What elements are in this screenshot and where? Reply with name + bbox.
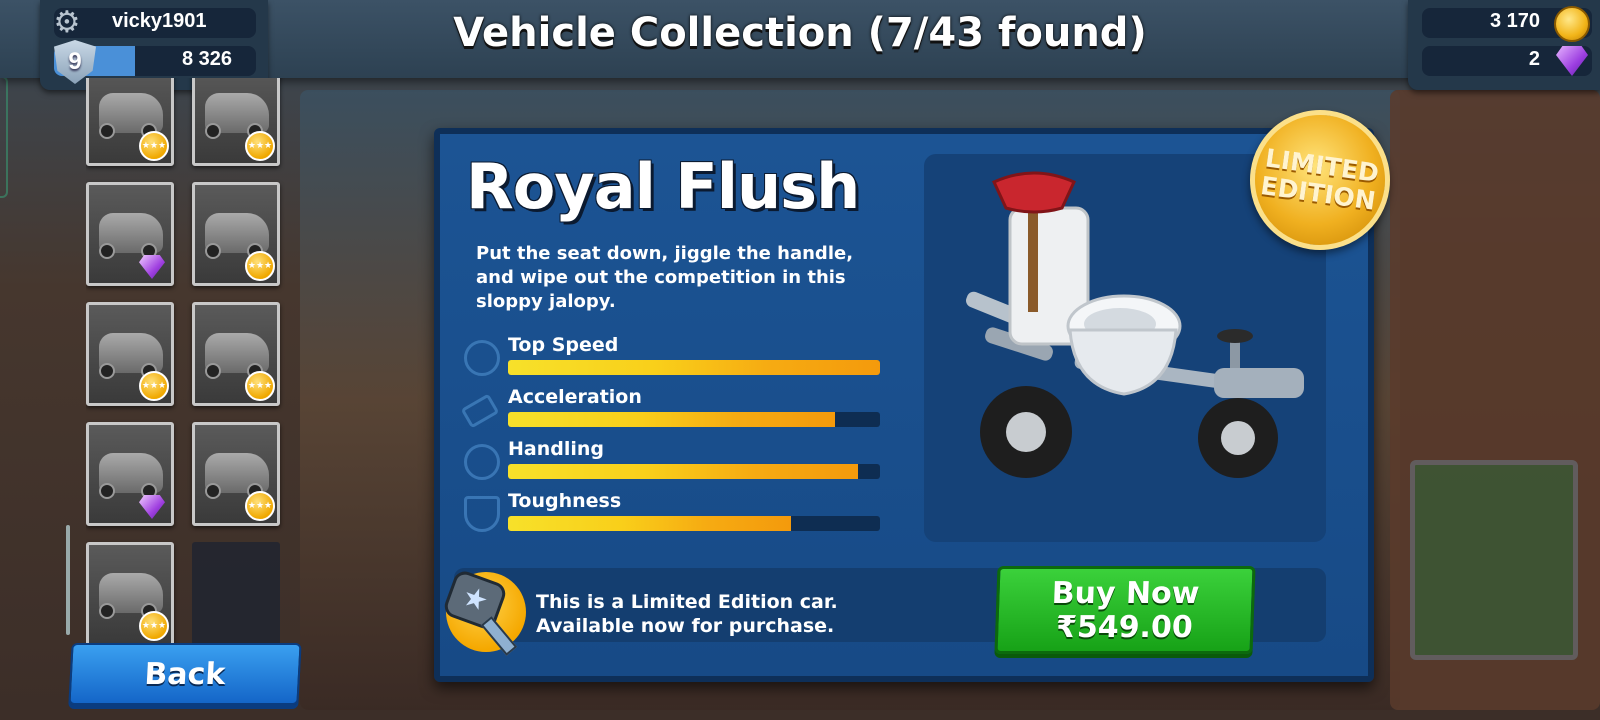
username: vicky1901 — [112, 10, 207, 32]
stat-row: Top Speed — [464, 334, 884, 384]
key-icon: ★ — [441, 568, 526, 656]
limited-edition-label: LIMITED EDITION — [1258, 143, 1381, 216]
wheel-icon — [205, 483, 221, 499]
vehicle-tile[interactable]: ★★★ — [192, 422, 280, 526]
currency-panel: 3 170 2 — [1408, 0, 1600, 90]
speedometer-icon — [464, 340, 500, 376]
page-title: Vehicle Collection (7/43 found) — [453, 10, 1147, 56]
stat-bar-fill — [508, 516, 791, 531]
buy-now-button[interactable]: Buy Now ₹549.00 — [994, 566, 1256, 654]
back-button-label: Back — [143, 657, 227, 692]
star-badge-icon: ★★★ — [245, 371, 275, 401]
star-badge-icon: ★★★ — [245, 131, 275, 161]
vehicle-detail-card: Royal Flush Put the seat down, jiggle th… — [434, 100, 1400, 682]
star-badge-icon: ★★★ — [139, 131, 169, 161]
xp-value: 8 326 — [182, 48, 233, 70]
steering-wheel-icon — [464, 444, 500, 480]
stat-label: Handling — [508, 438, 605, 460]
star-badge-icon: ★★★ — [245, 491, 275, 521]
vehicle-tile[interactable]: ★★★ — [86, 78, 174, 166]
stat-label: Toughness — [508, 490, 622, 512]
gem-badge-icon — [139, 255, 165, 279]
star-badge-icon: ★★★ — [245, 251, 275, 281]
stat-row: Toughness — [464, 490, 884, 540]
stat-bar — [508, 464, 880, 479]
wheel-icon — [205, 243, 221, 259]
wheel-icon — [205, 123, 221, 139]
vehicle-description: Put the seat down, jiggle the handle, an… — [476, 243, 854, 312]
stat-bar-fill — [508, 412, 836, 427]
gems-value: 2 — [1528, 48, 1540, 70]
coin-icon — [1554, 6, 1590, 42]
stat-bar — [508, 360, 880, 375]
stat-bar — [508, 412, 880, 427]
vehicle-tile[interactable]: ★★★ — [192, 78, 280, 166]
limited-edition-note: This is a Limited Edition car. Available… — [536, 591, 838, 637]
vehicle-tile[interactable]: ★★★ — [192, 302, 280, 406]
gear-icon[interactable]: ⚙ — [52, 8, 82, 38]
star-badge-icon: ★★★ — [139, 611, 169, 641]
wheel-icon — [205, 363, 221, 379]
vehicle-tile[interactable]: ★★★ — [86, 542, 174, 643]
buy-now-label: Buy Now — [1051, 576, 1201, 611]
wheel-icon — [99, 123, 115, 139]
profile-panel[interactable]: ⚙ vicky1901 9 8 326 — [40, 0, 268, 90]
buy-now-price: ₹549.00 — [1055, 610, 1194, 645]
star-badge-icon: ★★★ — [139, 371, 169, 401]
side-drawer-tab[interactable] — [0, 76, 8, 198]
back-button[interactable]: Back — [68, 643, 302, 705]
stat-label: Top Speed — [508, 334, 619, 356]
vehicle-tile[interactable] — [86, 422, 174, 526]
wheel-icon — [99, 603, 115, 619]
shield-icon — [464, 496, 500, 532]
vehicle-tile[interactable]: ★★★ — [192, 182, 280, 286]
vehicle-tile[interactable] — [86, 182, 174, 286]
coins-value: 3 170 — [1489, 10, 1540, 32]
vehicle-tile[interactable]: ★★★ — [86, 302, 174, 406]
wheel-icon — [99, 483, 115, 499]
stat-label: Acceleration — [508, 386, 642, 408]
stat-row: Handling — [464, 438, 884, 488]
vehicle-tile[interactable] — [192, 542, 280, 643]
stat-bar-fill — [508, 464, 858, 479]
vehicle-list[interactable]: ★★★ ★★★ ★★★ ★★★ ★★★ ★★★ ★★★ — [86, 78, 286, 643]
vehicle-name: Royal Flush — [466, 150, 860, 223]
wheel-icon — [99, 243, 115, 259]
stat-row: Acceleration — [460, 386, 884, 436]
stat-bar-fill — [508, 360, 880, 375]
tire-tread-icon — [460, 393, 500, 429]
gem-badge-icon — [139, 495, 165, 519]
background-character-card — [1410, 460, 1578, 660]
level-number: 9 — [68, 48, 82, 75]
wheel-icon — [99, 363, 115, 379]
vehicle-list-scrollbar[interactable] — [66, 525, 70, 635]
stat-bar — [508, 516, 880, 531]
